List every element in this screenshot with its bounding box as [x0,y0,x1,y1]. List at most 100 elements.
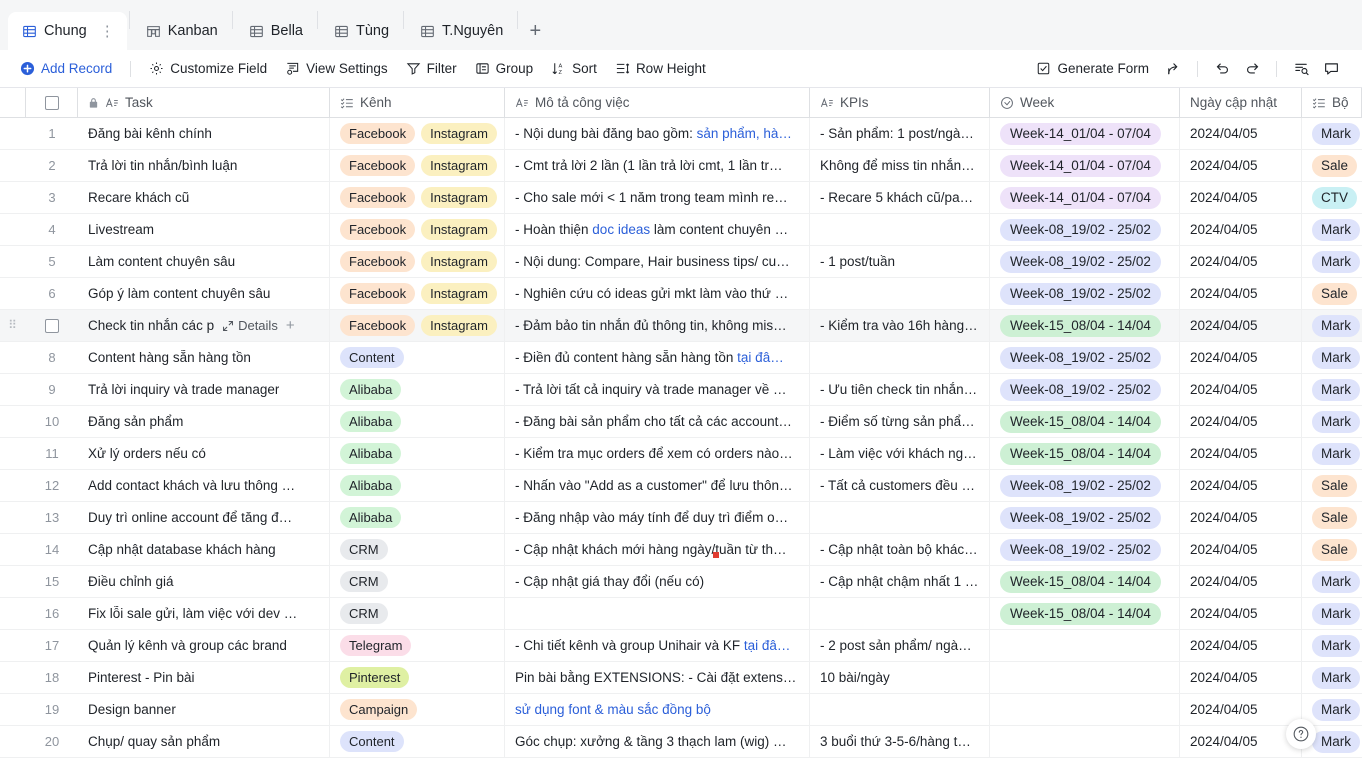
cell-week[interactable]: Week-08_19/02 - 25/02 [990,502,1180,533]
cell-kpis[interactable]: - Ưu tiên check tin nhắn… [810,374,990,405]
row-select-checkbox[interactable] [26,310,78,341]
table-row[interactable]: 8 Content hàng sẵn hàng tồn Content - Điền … [0,342,1362,374]
cell-kenh[interactable]: Facebook Instagram [330,246,505,277]
cell-kpis[interactable]: - Cập nhật toàn bộ khác… [810,534,990,565]
cell-bo[interactable]: Mark [1302,598,1362,629]
cell-bo[interactable]: Sale [1302,278,1362,309]
cell-kenh[interactable]: Alibaba [330,406,505,437]
sort-button[interactable]: AZ Sort [542,57,606,80]
cell-bo[interactable]: Mark [1302,438,1362,469]
cell-mo-ta-cong-viec[interactable]: - Trả lời tất cả inquiry và trade manage… [505,374,810,405]
cell-bo[interactable]: Mark [1302,694,1362,725]
cell-kenh[interactable]: CRM [330,534,505,565]
cell-task[interactable]: Design banner [78,694,330,725]
cell-kenh[interactable]: Facebook Instagram [330,118,505,149]
cell-kenh[interactable]: Content [330,726,505,757]
cell-week[interactable]: Week-15_08/04 - 14/04 [990,566,1180,597]
view-tab-chung[interactable]: Chung ⋮ [8,12,127,50]
cell-task[interactable]: Livestream [78,214,330,245]
cell-mo-ta-cong-viec[interactable]: - Nội dung bài đăng bao gồm: sản phẩm, h… [505,118,810,149]
cell-mo-ta-cong-viec[interactable]: - Cmt trả lời 2 lần (1 lần trả lời cmt, … [505,150,810,181]
cell-task[interactable]: Recare khách cũ [78,182,330,213]
cell-mo-ta-cong-viec[interactable]: - Chi tiết kênh và group Unihair và KF t… [505,630,810,661]
cell-kpis[interactable]: 10 bài/ngày [810,662,990,693]
cell-mo-ta-cong-viec[interactable]: - Cập nhật khách mới hàng ngày/tuần từ t… [505,534,810,565]
view-tab-t-nguy-n[interactable]: T.Nguyên [406,12,515,50]
redo-icon[interactable] [1237,56,1267,82]
table-row[interactable]: 4 Livestream Facebook Instagram - Hoàn thiện… [0,214,1362,246]
cell-kpis[interactable] [810,342,990,373]
cell-task[interactable]: Add contact khách và lưu thông … [78,470,330,501]
cell-task[interactable]: Trả lời tin nhắn/bình luận [78,150,330,181]
cell-mo-ta-cong-viec[interactable]: - Kiểm tra mục orders để xem có orders n… [505,438,810,469]
table-row[interactable]: 10 Đăng sản phẩm Alibaba - Đăng bài sản phẩ… [0,406,1362,438]
cell-bo[interactable]: Mark [1302,566,1362,597]
cell-bo[interactable]: Mark [1302,342,1362,373]
tab-more-icon[interactable]: ⋮ [96,24,119,39]
cell-task[interactable]: Góp ý làm content chuyên sâu [78,278,330,309]
cell-kenh[interactable]: Campaign [330,694,505,725]
column-header-kenh[interactable]: Kênh [330,88,505,117]
table-row[interactable]: 19 Design banner Campaign sử dụng font & mà… [0,694,1362,726]
cell-mo-ta-cong-viec[interactable]: - Hoàn thiện doc ideas làm content chuyê… [505,214,810,245]
table-row[interactable]: 13 Duy trì online account để tăng đ… Aliba… [0,502,1362,534]
cell-task[interactable]: Xử lý orders nếu có [78,438,330,469]
cell-task[interactable]: Check tin nhắn các p Details + [78,310,330,341]
cell-bo[interactable]: Mark [1302,118,1362,149]
select-all-checkbox[interactable] [26,88,78,117]
cell-kpis[interactable]: - Sản phẩm: 1 post/ngà… [810,118,990,149]
cell-kenh[interactable]: Alibaba [330,374,505,405]
cell-kpis[interactable]: - Làm việc với khách ng… [810,438,990,469]
comment-icon[interactable] [1316,56,1346,82]
cell-mo-ta-cong-viec[interactable]: - Đảm bảo tin nhắn đủ thông tin, không m… [505,310,810,341]
description-link[interactable]: tại đâ… [744,638,791,653]
description-link[interactable]: doc ideas [592,222,650,237]
table-row[interactable]: ⠿ Check tin nhắn các p Details + Facebook Ins… [0,310,1362,342]
cell-mo-ta-cong-viec[interactable]: sử dụng font & màu sắc đồng bộ [505,694,810,725]
undo-icon[interactable] [1207,56,1237,82]
cell-kpis[interactable]: - Recare 5 khách cũ/pag… [810,182,990,213]
cell-kpis[interactable]: - 2 post sản phẩm/ ngà… [810,630,990,661]
table-row[interactable]: 15 Điều chỉnh giá CRM - Cập nhật giá thay đ… [0,566,1362,598]
column-header-bo[interactable]: Bộ [1302,88,1362,117]
column-header-task[interactable]: Task [78,88,330,117]
drag-handle-icon[interactable]: ⠿ [0,319,26,331]
cell-kpis[interactable] [810,598,990,629]
cell-bo[interactable]: Mark [1302,310,1362,341]
cell-week[interactable]: Week-15_08/04 - 14/04 [990,406,1180,437]
cell-bo[interactable]: Sale [1302,502,1362,533]
cell-kenh[interactable]: Facebook Instagram [330,214,505,245]
cell-week[interactable]: Week-14_01/04 - 07/04 [990,150,1180,181]
view-tab-t-ng[interactable]: Tùng [320,12,401,50]
table-row[interactable]: 20 Chụp/ quay sản phẩm Content Góc chụp: xư… [0,726,1362,758]
cell-kenh[interactable]: Facebook Instagram [330,278,505,309]
cell-mo-ta-cong-viec[interactable]: - Nhấn vào "Add as a customer" để lưu th… [505,470,810,501]
cell-kpis[interactable]: - Tất cả customers đều … [810,470,990,501]
table-row[interactable]: 6 Góp ý làm content chuyên sâu Facebook Ins… [0,278,1362,310]
generate-form-button[interactable]: Generate Form [1027,57,1158,80]
table-row[interactable]: 9 Trả lời inquiry và trade manager Alibaba… [0,374,1362,406]
cell-task[interactable]: Làm content chuyên sâu [78,246,330,277]
cell-task[interactable]: Fix lỗi sale gửi, làm việc với dev … [78,598,330,629]
cell-mo-ta-cong-viec[interactable]: - Nội dung: Compare, Hair business tips/… [505,246,810,277]
table-row[interactable]: 3 Recare khách cũ Facebook Instagram - Cho s… [0,182,1362,214]
table-row[interactable]: 17 Quản lý kênh và group các brand Telegra… [0,630,1362,662]
cell-bo[interactable]: Mark [1302,214,1362,245]
table-row[interactable]: 14 Cập nhật database khách hàng CRM - Cập n… [0,534,1362,566]
cell-bo[interactable]: CTV [1302,182,1362,213]
cell-week[interactable]: Week-08_19/02 - 25/02 [990,534,1180,565]
cell-week[interactable] [990,630,1180,661]
cell-task[interactable]: Content hàng sẵn hàng tồn [78,342,330,373]
cell-kpis[interactable] [810,214,990,245]
cell-bo[interactable]: Sale [1302,470,1362,501]
cell-mo-ta-cong-viec[interactable]: - Cập nhật giá thay đổi (nếu có) [505,566,810,597]
row-add-icon[interactable]: + [286,317,295,334]
column-header-week[interactable]: Week [990,88,1180,117]
column-header-mota[interactable]: Mô tả công việc [505,88,810,117]
table-row[interactable]: 16 Fix lỗi sale gửi, làm việc với dev … CR… [0,598,1362,630]
table-row[interactable]: 11 Xử lý orders nếu có Alibaba - Kiểm tra m… [0,438,1362,470]
cell-mo-ta-cong-viec[interactable]: - Đăng bài sản phẩm cho tất cả các accou… [505,406,810,437]
cell-kenh[interactable]: Telegram [330,630,505,661]
add-record-button[interactable]: Add Record [18,57,121,80]
cell-mo-ta-cong-viec[interactable] [505,598,810,629]
